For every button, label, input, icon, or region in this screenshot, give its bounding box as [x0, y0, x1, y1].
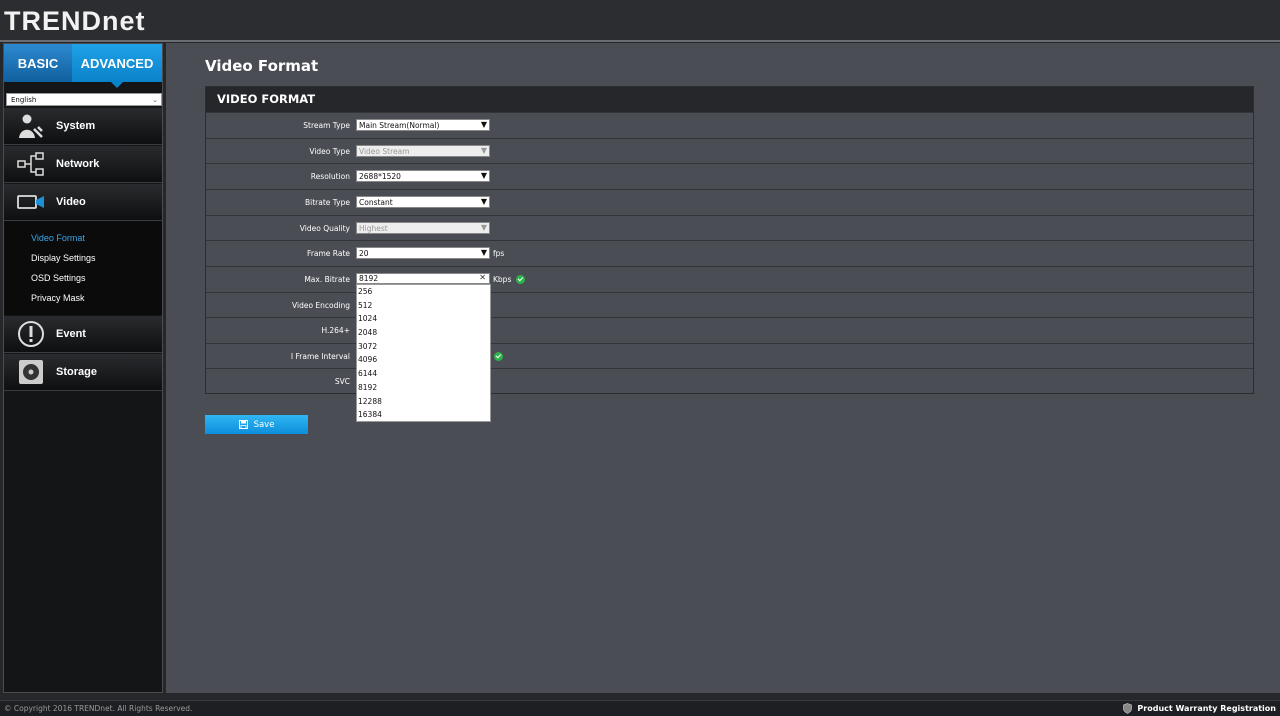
sidebar-item-storage[interactable]: Storage — [4, 354, 162, 391]
trendnet-logo: TRENDnet — [4, 6, 146, 36]
sidebar-item-system[interactable]: System — [4, 108, 162, 145]
language-select[interactable]: English ⌄ — [6, 93, 162, 106]
dropdown-option[interactable]: 2048 — [357, 326, 490, 340]
video-quality-select: Highest ▼ — [356, 222, 490, 234]
field-label: Video Type — [309, 147, 350, 156]
dropdown-option[interactable]: 6144 — [357, 367, 490, 381]
submenu-osd-settings[interactable]: OSD Settings — [31, 273, 86, 283]
field-label: H.264+ — [321, 326, 351, 335]
dropdown-option[interactable]: 4096 — [357, 353, 490, 367]
warranty-label: Product Warranty Registration — [1137, 704, 1276, 713]
field-label: I Frame Interval — [290, 352, 350, 361]
page-title: Video Format — [205, 57, 319, 75]
select-value: 20 — [359, 249, 369, 258]
sidebar-item-label: Video — [56, 196, 86, 208]
chevron-down-icon: ▼ — [480, 223, 487, 232]
storage-icon — [16, 359, 46, 385]
check-icon — [494, 352, 503, 361]
chevron-down-icon: ▼ — [480, 248, 487, 257]
footer: © Copyright 2016 TRENDnet. All Rights Re… — [0, 700, 1280, 716]
dropdown-option[interactable]: 8192 — [357, 381, 490, 395]
sidebar-item-label: Storage — [56, 366, 97, 378]
check-icon — [516, 275, 525, 284]
dropdown-option[interactable]: 1024 — [357, 312, 490, 326]
warranty-registration-link[interactable]: Product Warranty Registration — [1123, 703, 1276, 714]
dropdown-option[interactable]: 3072 — [357, 340, 490, 354]
chevron-down-icon: ⌄ — [152, 96, 158, 104]
input-value: 8192 — [359, 274, 379, 283]
frame-rate-select[interactable]: 20 ▼ — [356, 247, 490, 259]
dropdown-option[interactable]: 16384 — [357, 408, 490, 422]
resolution-select[interactable]: 2688*1520 ▼ — [356, 170, 490, 182]
max-bitrate-input[interactable]: 8192 ✕ — [356, 273, 490, 284]
event-icon — [16, 321, 46, 347]
main-content: Video Format VIDEO FORMAT Stream Type Ma… — [166, 43, 1280, 693]
row-frame-rate: Frame Rate 20 ▼ fps — [206, 240, 1253, 266]
shield-icon — [1123, 703, 1133, 714]
field-label: Max. Bitrate — [304, 275, 350, 284]
row-resolution: Resolution 2688*1520 ▼ — [206, 163, 1253, 189]
chevron-down-icon: ▼ — [480, 146, 487, 155]
sidebar: BASIC ADVANCED English ⌄ System Network … — [3, 43, 163, 693]
chevron-down-icon: ▼ — [480, 120, 487, 129]
bitrate-dropdown-list: 256 512 1024 2048 3072 4096 6144 8192 12… — [356, 284, 491, 422]
sidebar-item-video[interactable]: Video — [4, 184, 162, 221]
field-label: Resolution — [310, 172, 350, 181]
save-label: Save — [253, 419, 275, 430]
tab-basic[interactable]: BASIC — [4, 44, 72, 82]
row-stream-type: Stream Type Main Stream(Normal) ▼ — [206, 112, 1253, 138]
select-value: Constant — [359, 198, 393, 207]
submenu-video-format[interactable]: Video Format — [31, 233, 85, 243]
sidebar-item-label: Event — [56, 328, 86, 340]
unit-label: fps — [493, 249, 505, 258]
select-value: Main Stream(Normal) — [359, 121, 440, 130]
language-value: English — [11, 96, 37, 104]
mode-tabs: BASIC ADVANCED — [4, 44, 162, 88]
video-type-select: Video Stream ▼ — [356, 145, 490, 157]
field-label: Video Quality — [299, 224, 350, 233]
field-label: Stream Type — [303, 121, 350, 130]
bitrate-type-select[interactable]: Constant ▼ — [356, 196, 490, 208]
network-icon — [16, 151, 46, 177]
dropdown-option[interactable]: 12288 — [357, 395, 490, 409]
clear-icon[interactable]: ✕ — [479, 273, 486, 283]
sidebar-item-event[interactable]: Event — [4, 316, 162, 353]
field-label: SVC — [334, 377, 350, 386]
video-icon — [16, 189, 46, 215]
sidebar-item-label: Network — [56, 158, 100, 170]
unit-label: Kbps — [493, 275, 512, 284]
dropdown-option[interactable]: 256 — [357, 285, 490, 299]
select-value: 2688*1520 — [359, 172, 401, 181]
row-bitrate-type: Bitrate Type Constant ▼ — [206, 189, 1253, 215]
floppy-disk-icon — [238, 420, 248, 429]
field-label: Bitrate Type — [304, 198, 350, 207]
submenu-display-settings[interactable]: Display Settings — [31, 253, 96, 263]
tab-advanced[interactable]: ADVANCED — [72, 44, 162, 88]
chevron-down-icon: ▼ — [480, 171, 487, 180]
sidebar-item-network[interactable]: Network — [4, 146, 162, 183]
select-value: Video Stream — [359, 147, 410, 156]
panel-header: VIDEO FORMAT — [206, 87, 1253, 112]
field-label: Video Encoding — [292, 301, 350, 310]
copyright-text: © Copyright 2016 TRENDnet. All Rights Re… — [4, 704, 193, 713]
submenu-privacy-mask[interactable]: Privacy Mask — [31, 293, 85, 303]
row-video-type: Video Type Video Stream ▼ — [206, 138, 1253, 164]
save-button[interactable]: Save — [205, 415, 308, 434]
sidebar-item-label: System — [56, 120, 96, 132]
dropdown-option[interactable]: 512 — [357, 299, 490, 313]
chevron-down-icon: ▼ — [480, 197, 487, 206]
field-label: Frame Rate — [307, 249, 350, 258]
video-submenu: Video Format Display Settings OSD Settin… — [4, 221, 162, 315]
stream-type-select[interactable]: Main Stream(Normal) ▼ — [356, 119, 490, 131]
top-bar: TRENDnet — [0, 0, 1280, 42]
system-icon — [16, 113, 46, 139]
select-value: Highest — [359, 224, 388, 233]
row-video-quality: Video Quality Highest ▼ — [206, 215, 1253, 241]
